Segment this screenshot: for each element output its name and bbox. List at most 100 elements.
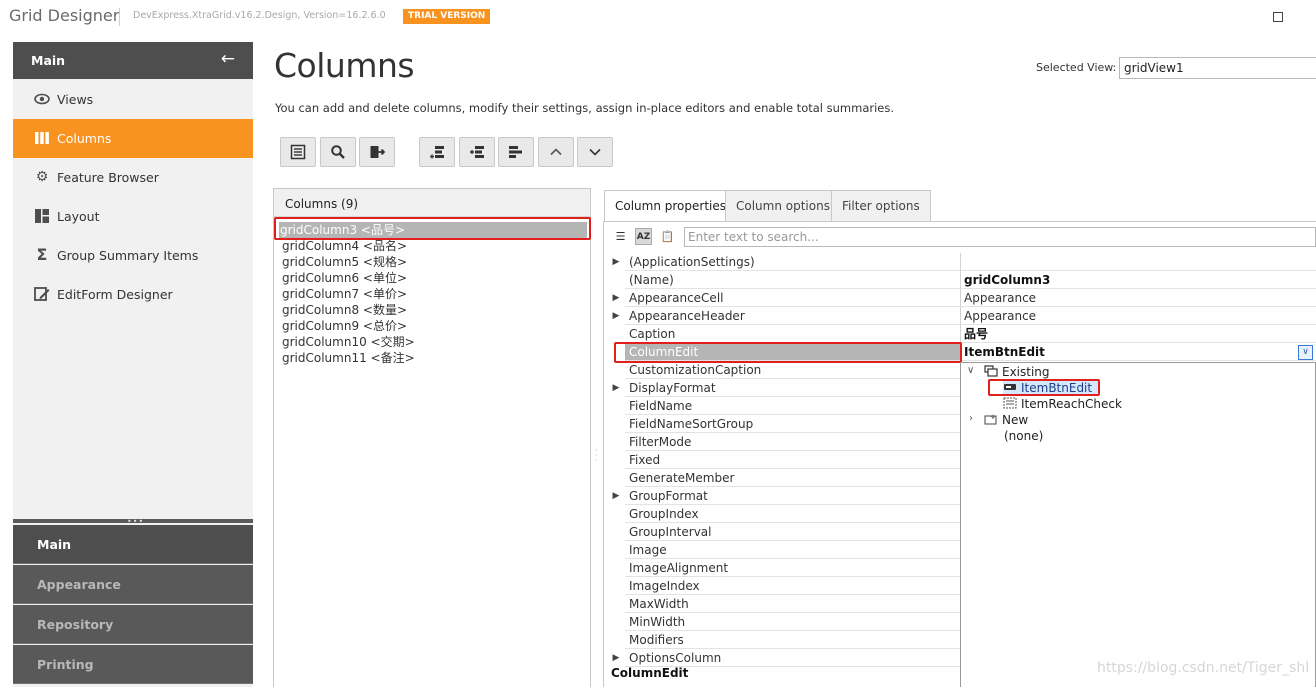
expand-arrow-icon[interactable]: ▶ bbox=[610, 488, 622, 504]
property-row[interactable]: Caption 品号 bbox=[608, 325, 1316, 343]
page-description: You can add and delete columns, modify t… bbox=[275, 101, 895, 115]
property-name: Caption bbox=[625, 325, 961, 343]
column-list-item[interactable]: gridColumn11 <备注> bbox=[281, 350, 589, 366]
property-row[interactable]: ▶ (ApplicationSettings) bbox=[608, 253, 1316, 271]
tree-node-existing[interactable]: Existing bbox=[984, 364, 1050, 380]
insert-column-icon bbox=[470, 146, 484, 158]
property-name: GenerateMember bbox=[625, 469, 961, 487]
column-list-item[interactable]: gridColumn6 <单位> bbox=[281, 270, 589, 286]
property-value[interactable] bbox=[961, 253, 1316, 271]
columns-panel-header: Columns (9) bbox=[274, 189, 590, 217]
columnedit-dropdown: ∨ Existing ItemBtnEdit ItemReachCheck › … bbox=[960, 362, 1316, 687]
property-pages-icon[interactable]: 📋 bbox=[659, 228, 676, 245]
property-value[interactable]: Appearance bbox=[961, 307, 1316, 325]
sidebar-item-feature-browser[interactable]: ⚙ Feature Browser bbox=[13, 158, 253, 197]
column-list-item[interactable]: gridColumn9 <总价> bbox=[281, 318, 589, 334]
back-arrow-icon[interactable]: ← bbox=[221, 49, 235, 69]
property-row[interactable]: ▶ AppearanceHeader Appearance bbox=[608, 307, 1316, 325]
show-field-list-icon bbox=[290, 144, 306, 160]
gear-icon: ⚙ bbox=[35, 169, 49, 185]
property-row[interactable]: (Name) gridColumn3 bbox=[608, 271, 1316, 289]
column-list-item[interactable]: gridColumn4 <品名> bbox=[281, 238, 589, 254]
expand-arrow-icon[interactable]: ▶ bbox=[610, 290, 622, 306]
column-list-item[interactable]: gridColumn5 <规格> bbox=[281, 254, 589, 270]
property-row[interactable]: ▶ AppearanceCell Appearance bbox=[608, 289, 1316, 307]
sidebar-section-repository[interactable]: Repository bbox=[13, 605, 253, 644]
tab-column-properties[interactable]: Column properties bbox=[604, 190, 738, 222]
columns-panel: Columns (9) gridColumn3 <品号> gridColumn4… bbox=[273, 188, 591, 687]
property-value[interactable]: gridColumn3 bbox=[961, 271, 1316, 289]
property-value[interactable]: Appearance bbox=[961, 289, 1316, 307]
expand-arrow-icon[interactable]: ▶ bbox=[610, 308, 622, 324]
search-button[interactable] bbox=[320, 137, 356, 167]
move-down-button[interactable] bbox=[577, 137, 613, 167]
version-text: DevExpress.XtraGrid.v16.2.Design, Versio… bbox=[133, 10, 386, 21]
column-list-item[interactable]: gridColumn8 <数量> bbox=[281, 302, 589, 318]
add-column-button[interactable] bbox=[419, 137, 455, 167]
sidebar-item-editform-designer[interactable]: EditForm Designer bbox=[13, 275, 253, 314]
property-name: Modifiers bbox=[625, 631, 961, 649]
expand-arrow-icon[interactable]: ▶ bbox=[610, 380, 622, 396]
move-down-icon bbox=[589, 148, 601, 156]
columns-count-label: Columns (9) bbox=[285, 197, 359, 211]
property-value[interactable]: 品号 bbox=[961, 325, 1316, 343]
title-separator bbox=[119, 8, 120, 26]
chevron-down-icon[interactable]: ∨ bbox=[967, 365, 974, 376]
column-list-item[interactable]: gridColumn7 <单价> bbox=[281, 286, 589, 302]
property-description-title: ColumnEdit bbox=[611, 666, 689, 680]
remove-column-icon bbox=[509, 146, 522, 158]
sidebar-item-group-summary[interactable]: Σ Group Summary Items bbox=[13, 236, 253, 275]
chevron-down-icon[interactable]: ∨ bbox=[1298, 345, 1313, 360]
panel-splitter[interactable]: · · · bbox=[595, 447, 599, 465]
tab-filter-options[interactable]: Filter options bbox=[831, 190, 931, 221]
property-name: Image bbox=[625, 541, 961, 559]
expand-arrow-icon[interactable]: ▶ bbox=[610, 254, 622, 270]
property-name: MaxWidth bbox=[625, 595, 961, 613]
sidebar-section-printing[interactable]: Printing bbox=[13, 645, 253, 684]
editor-folder-icon bbox=[984, 365, 998, 377]
remove-column-button[interactable] bbox=[498, 137, 534, 167]
sidebar-section-main[interactable]: Main bbox=[13, 525, 253, 564]
property-name: (Name) bbox=[625, 271, 961, 289]
selected-view-select[interactable]: gridView1 bbox=[1119, 57, 1316, 79]
sidebar-item-views[interactable]: Views bbox=[13, 80, 253, 119]
selected-view-label: Selected View: bbox=[1036, 61, 1117, 74]
tree-node-none[interactable]: (none) bbox=[1004, 428, 1043, 444]
add-column-icon bbox=[430, 146, 444, 159]
sidebar-splitter[interactable]: ••• bbox=[13, 517, 253, 526]
categorized-icon[interactable]: ☰ bbox=[612, 228, 629, 245]
maximize-icon[interactable] bbox=[1273, 12, 1283, 22]
property-name: DisplayFormat bbox=[625, 379, 961, 397]
property-name: GroupFormat bbox=[625, 487, 961, 505]
tree-node-new[interactable]: New bbox=[984, 412, 1028, 428]
property-name: GroupInterval bbox=[625, 523, 961, 541]
tree-node-label: ItemReachCheck bbox=[1021, 397, 1122, 411]
exit-icon bbox=[370, 146, 385, 158]
property-name: OptionsColumn bbox=[625, 649, 961, 667]
sidebar-item-layout[interactable]: Layout bbox=[13, 197, 253, 236]
insert-column-button[interactable] bbox=[459, 137, 495, 167]
eye-icon bbox=[34, 91, 50, 107]
tree-node-itemreachcheck[interactable]: ItemReachCheck bbox=[1003, 396, 1122, 412]
chevron-right-icon[interactable]: › bbox=[969, 413, 973, 424]
sidebar-section-appearance[interactable]: Appearance bbox=[13, 565, 253, 604]
search-icon bbox=[331, 145, 345, 159]
tab-column-options[interactable]: Column options bbox=[725, 190, 841, 221]
property-name: AppearanceCell bbox=[625, 289, 961, 307]
property-value[interactable]: ItemBtnEdit bbox=[961, 343, 1316, 361]
tree-node-label: New bbox=[1002, 413, 1029, 427]
move-up-button[interactable] bbox=[538, 137, 574, 167]
expand-arrow-icon[interactable]: ▶ bbox=[610, 650, 622, 666]
columns-icon bbox=[34, 130, 50, 146]
show-field-list-button[interactable] bbox=[280, 137, 316, 167]
window-title: Grid Designer bbox=[9, 6, 120, 25]
property-name: MinWidth bbox=[625, 613, 961, 631]
exit-button[interactable] bbox=[359, 137, 395, 167]
sidebar-item-label: Columns bbox=[57, 131, 112, 146]
column-list-item[interactable]: gridColumn10 <交期> bbox=[281, 334, 589, 350]
sidebar-item-columns[interactable]: Columns bbox=[13, 119, 253, 158]
edit-form-icon bbox=[34, 286, 50, 302]
sidebar-header: Main ← bbox=[13, 42, 253, 79]
sort-alphabetical-icon[interactable]: AZ bbox=[635, 228, 652, 245]
property-search-input[interactable]: Enter text to search... bbox=[684, 227, 1316, 247]
